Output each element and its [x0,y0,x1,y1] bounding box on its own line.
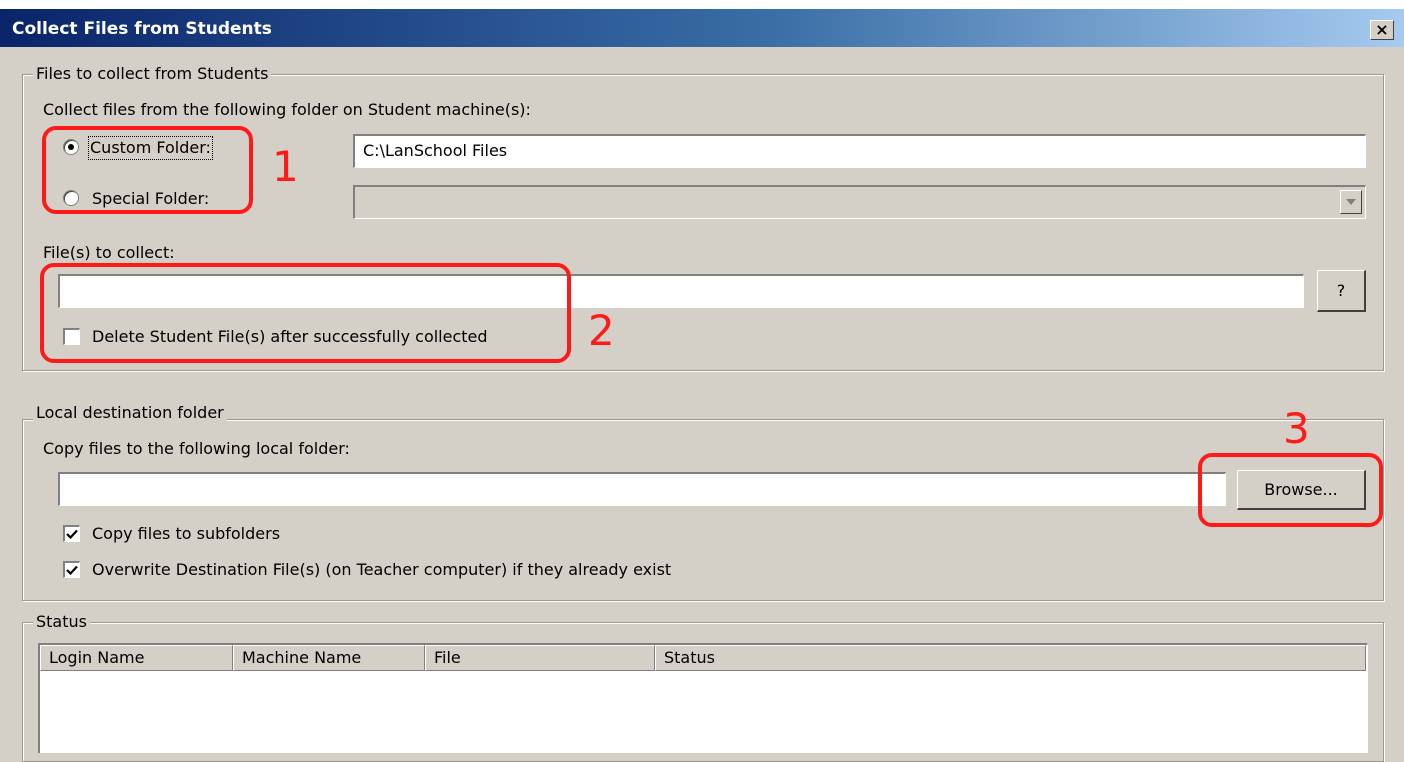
annotation-number-1: 1 [272,142,299,191]
special-folder-label[interactable]: Special Folder: [92,189,209,209]
checkmark-icon [66,565,78,575]
column-machine-name[interactable]: Machine Name [233,645,425,671]
status-legend: Status [33,612,90,632]
annotation-number-3: 3 [1283,404,1310,453]
overwrite-label[interactable]: Overwrite Destination File(s) (on Teache… [92,560,671,580]
destination-legend: Local destination folder [33,403,227,423]
status-list-header: Login Name Machine Name File Status [40,645,1366,671]
window-title: Collect Files from Students [12,19,272,39]
window-top-edge [0,0,1404,9]
column-login-name[interactable]: Login Name [40,645,233,671]
delete-student-files-checkbox[interactable] [63,328,80,345]
custom-folder-label[interactable]: Custom Folder: [88,136,213,160]
browse-button[interactable]: Browse... [1237,470,1366,510]
chevron-down-icon [1346,199,1356,205]
column-status[interactable]: Status [655,645,1366,671]
delete-student-files-label[interactable]: Delete Student File(s) after successfull… [92,327,488,347]
collect-files-legend: Files to collect from Students [33,64,272,84]
files-to-collect-input[interactable] [58,274,1304,308]
column-file[interactable]: File [425,645,655,671]
radio-selected-dot [68,144,74,150]
destination-folder-input[interactable] [58,472,1226,506]
overwrite-checkbox[interactable] [63,561,80,578]
special-folder-select[interactable] [353,185,1366,219]
checkmark-icon [66,529,78,539]
special-folder-radio[interactable] [63,190,79,206]
custom-folder-path-input[interactable]: C:\LanSchool Files [353,134,1366,168]
custom-folder-radio[interactable] [63,139,79,155]
special-folder-dropdown-button[interactable] [1340,190,1362,214]
status-list[interactable]: Login Name Machine Name File Status [38,643,1368,753]
copy-subfolders-checkbox[interactable] [63,525,80,542]
destination-instruction: Copy files to the following local folder… [43,439,350,458]
close-icon: × [1375,20,1389,39]
annotation-number-2: 2 [588,306,615,355]
close-button[interactable]: × [1370,20,1394,40]
collect-instruction: Collect files from the following folder … [43,100,531,119]
copy-subfolders-label[interactable]: Copy files to subfolders [92,524,280,544]
file-pattern-help-button[interactable]: ? [1317,270,1366,312]
files-to-collect-label: File(s) to collect: [43,243,175,262]
